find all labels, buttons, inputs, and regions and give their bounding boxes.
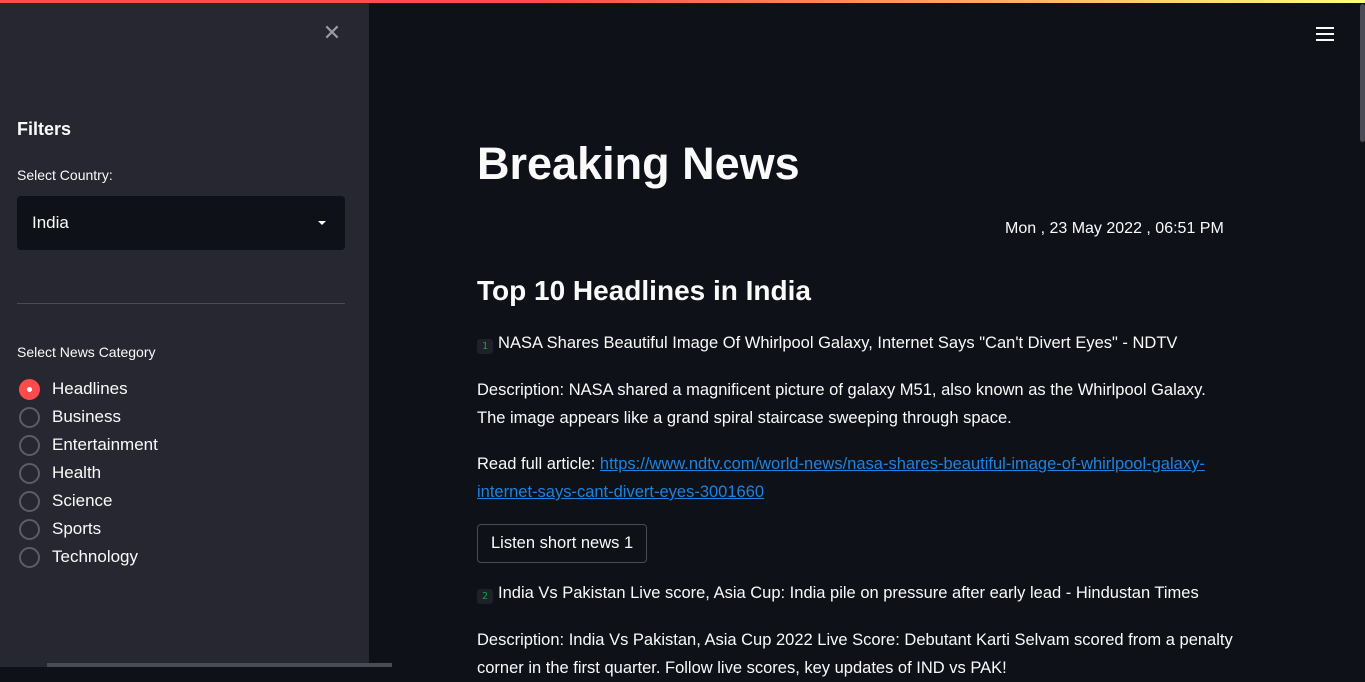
radio-sports[interactable]: Sports <box>19 515 158 543</box>
radio-headlines[interactable]: Headlines <box>19 375 158 403</box>
article-number-badge: 1 <box>477 339 494 354</box>
caret-down-icon <box>318 221 326 225</box>
radio-health[interactable]: Health <box>19 459 158 487</box>
read-more-label: Read full article: <box>477 455 600 473</box>
radio-label: Health <box>52 463 102 482</box>
filters-title: Filters <box>17 119 72 139</box>
radio-label: Science <box>52 491 113 510</box>
radio-unchecked-icon <box>19 490 40 512</box>
sidebar: ✕ Filters Select Country: India Select N… <box>0 0 392 667</box>
vertical-scrollbar[interactable] <box>1359 0 1365 667</box>
country-label: Select Country: <box>17 167 113 183</box>
radio-label: Business <box>52 407 121 426</box>
close-icon[interactable]: ✕ <box>321 22 343 44</box>
article-headline: 2 India Vs Pakistan Live score, Asia Cup… <box>477 583 1199 604</box>
listen-news-button[interactable]: Listen short news 1 <box>477 524 648 563</box>
radio-checked-icon <box>19 378 40 400</box>
radio-unchecked-icon <box>19 406 40 428</box>
radio-unchecked-icon <box>19 434 40 456</box>
radio-label: Sports <box>52 519 102 538</box>
article-headline: 1 NASA Shares Beautiful Image Of Whirlpo… <box>477 333 1177 354</box>
radio-label: Technology <box>52 547 139 566</box>
radio-label: Headlines <box>52 379 128 398</box>
article-read-more: Read full article: https://www.ndtv.com/… <box>477 450 1237 506</box>
sidebar-divider <box>17 303 345 304</box>
top-decoration-bar <box>0 0 1365 3</box>
country-select[interactable]: India <box>17 196 345 250</box>
hamburger-menu-icon[interactable] <box>1316 27 1334 42</box>
radio-business[interactable]: Business <box>19 403 158 431</box>
scrollbar-thumb[interactable] <box>1360 4 1365 142</box>
category-label: Select News Category <box>17 344 156 360</box>
radio-unchecked-icon <box>19 518 40 540</box>
radio-science[interactable]: Science <box>19 487 158 515</box>
radio-label: Entertainment <box>52 435 158 454</box>
article-description: Description: NASA shared a magnificent p… <box>477 381 1206 427</box>
article-description: Description: India Vs Pakistan, Asia Cup… <box>477 631 1233 677</box>
datetime-text: Mon , 23 May 2022 , 06:51 PM <box>1005 220 1224 237</box>
radio-technology[interactable]: Technology <box>19 543 158 571</box>
section-title: Top 10 Headlines in India <box>477 275 811 306</box>
category-radio-group: Headlines Business Entertainment Health … <box>19 375 158 571</box>
radio-unchecked-icon <box>19 546 40 568</box>
article-number-badge: 2 <box>477 589 494 604</box>
country-select-value: India <box>32 213 69 232</box>
page-title: Breaking News <box>477 138 800 189</box>
horizontal-scrollbar[interactable] <box>47 663 392 667</box>
article-headline-text: NASA Shares Beautiful Image Of Whirlpool… <box>498 334 1178 352</box>
radio-entertainment[interactable]: Entertainment <box>19 431 158 459</box>
radio-unchecked-icon <box>19 462 40 484</box>
article-headline-text: India Vs Pakistan Live score, Asia Cup: … <box>498 584 1199 602</box>
